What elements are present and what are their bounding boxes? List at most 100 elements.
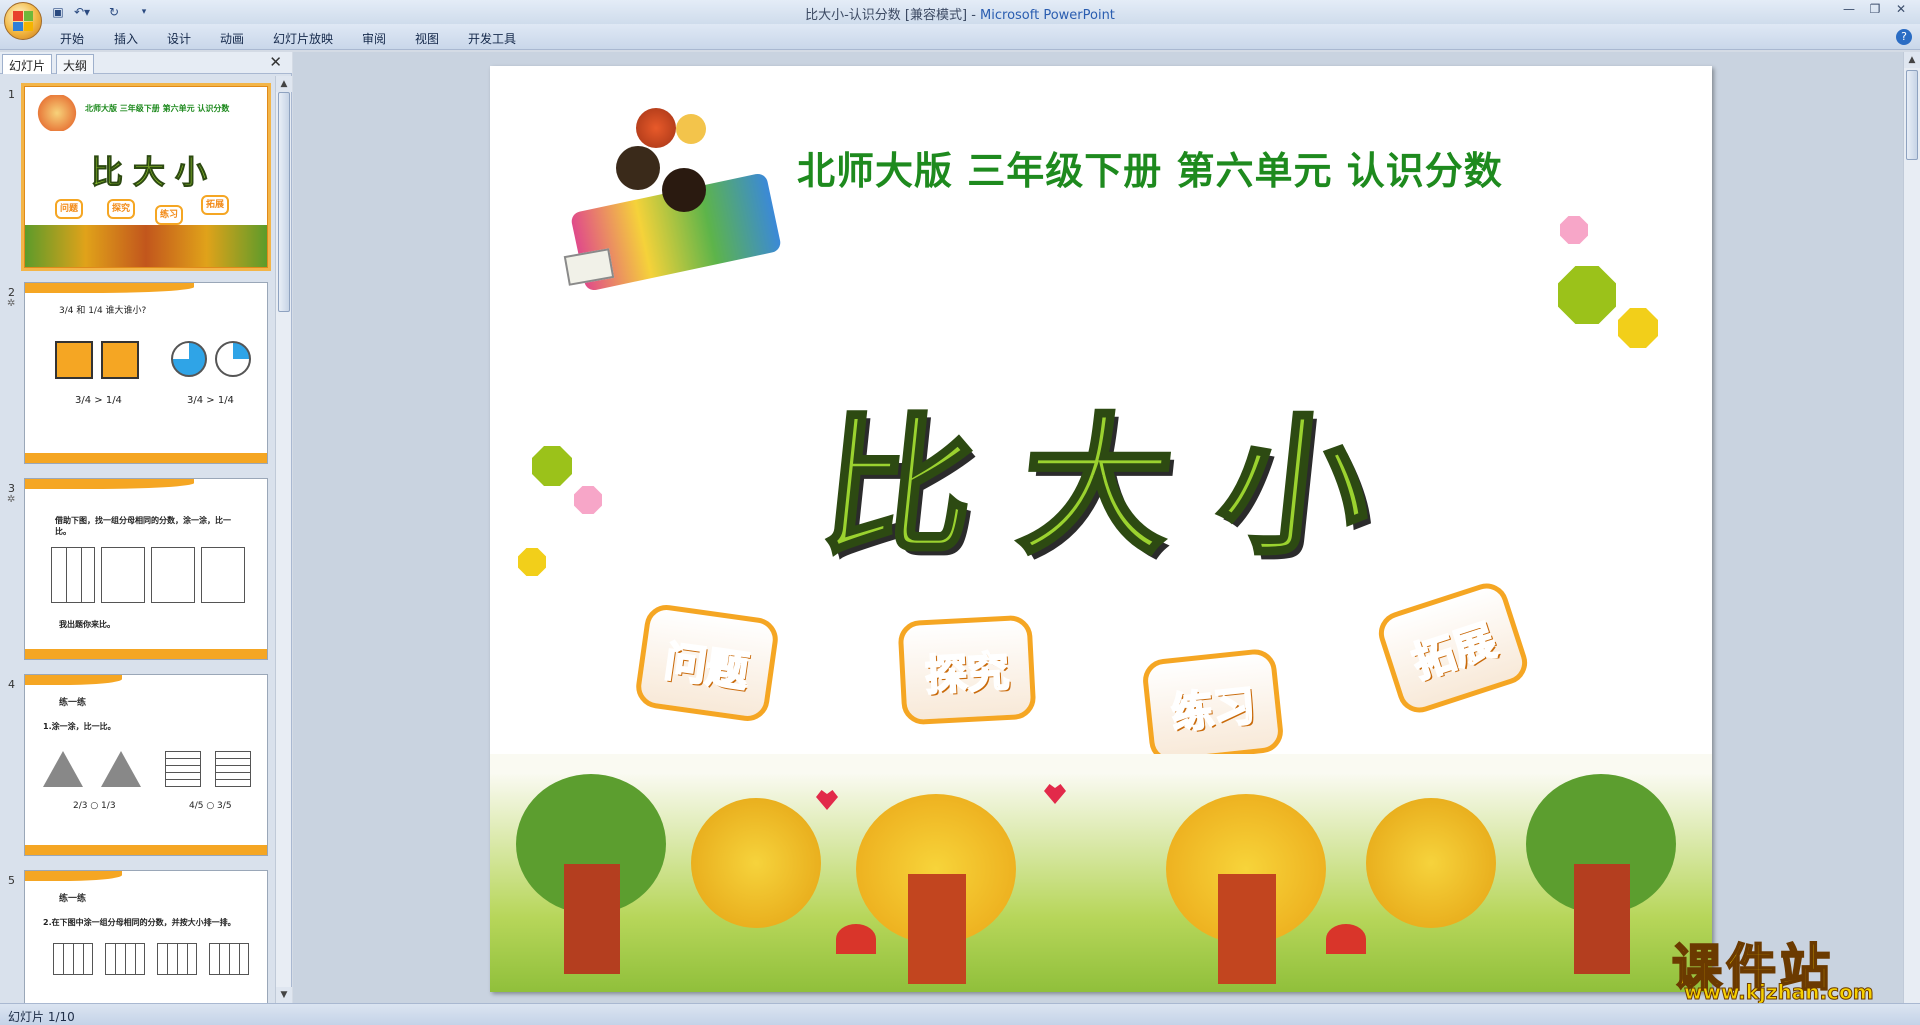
circle-fraction-icon [171, 341, 207, 377]
window-title: 比大小-认识分数 [兼容模式] - Microsoft PowerPoint [0, 4, 1920, 23]
transition-icon: ✲ [7, 298, 16, 309]
grid-figure [209, 943, 249, 975]
scroll-down-icon[interactable]: ▼ [276, 987, 292, 1003]
title-bar: ▣ ↶▾ ↻ ▾ 比大小-认识分数 [兼容模式] - Microsoft Pow… [0, 0, 1920, 24]
grid-figure [53, 943, 93, 975]
button-practice-label: 练习 [1168, 679, 1259, 739]
tab-animation[interactable]: 动画 [220, 30, 244, 47]
grid-figure [157, 943, 197, 975]
kids-illustration-icon [37, 95, 77, 131]
tab-insert[interactable]: 插入 [114, 30, 138, 47]
thumb-button: 问题 [55, 199, 83, 219]
thumb-prompt: 3/4 和 1/4 谁大谁小? [59, 306, 147, 316]
slide-number: 1 [8, 88, 15, 101]
thumb-button: 探究 [107, 199, 135, 219]
yellow-dot [1618, 308, 1658, 348]
tab-design[interactable]: 设计 [167, 30, 191, 47]
help-icon[interactable]: ? [1896, 29, 1912, 45]
thumbnail-list: 1 北师大版 三年级下册 第六单元 认识分数 比大小 问题 探究 练习 拓展 2… [0, 76, 276, 1003]
tab-developer[interactable]: 开发工具 [468, 30, 516, 47]
slide-counter: 幻灯片 1/10 [8, 1010, 75, 1024]
mushroom-icon [1326, 924, 1366, 954]
tree-icon [691, 798, 821, 928]
slide-scrollbar[interactable]: ▲ [1903, 52, 1920, 1003]
slide-thumbnail-2[interactable]: 3/4 和 1/4 谁大谁小? 3/4 > 1/4 3/4 > 1/4 [24, 282, 268, 464]
thumb-prompt: 借助下图，找一组分母相同的分数，涂一涂，比一比。 [55, 516, 231, 536]
tab-slideshow[interactable]: 幻灯片放映 [273, 30, 333, 47]
tab-slides[interactable]: 幻灯片 [2, 54, 53, 74]
compare-right: 3/4 > 1/4 [187, 395, 234, 406]
button-explore-label: 探究 [923, 645, 1011, 700]
thumb-prompt: 2.在下图中涂一组分母相同的分数，并按大小排一排。 [43, 918, 236, 927]
button-practice[interactable]: 练习 [1140, 647, 1286, 765]
tab-review[interactable]: 审阅 [362, 30, 386, 47]
thumb-footer: 我出题你来比。 [59, 620, 115, 629]
slide-number: 5 [8, 874, 15, 887]
giraffe-icon [676, 114, 706, 144]
square-fraction-icon [101, 341, 139, 379]
lime-dot [532, 446, 572, 486]
yellow-dot [518, 548, 546, 576]
top-band [25, 871, 122, 881]
tab-outline[interactable]: 大纲 [56, 54, 95, 74]
grid-figure [51, 547, 95, 603]
tab-home[interactable]: 开始 [60, 30, 84, 47]
scroll-up-icon[interactable]: ▲ [1904, 52, 1920, 68]
maximize-icon[interactable]: ❐ [1864, 2, 1886, 20]
thumb-tag: 练一练 [59, 698, 87, 708]
compare-left: 3/4 > 1/4 [75, 395, 122, 406]
scroll-thumb[interactable] [1906, 70, 1918, 160]
top-band [25, 283, 195, 293]
scroll-up-icon[interactable]: ▲ [276, 76, 292, 92]
triangle-figure [43, 751, 83, 787]
grid-figure [201, 547, 245, 603]
stripe-figure [165, 751, 201, 787]
pink-dot [574, 486, 602, 514]
circle-fraction-icon [215, 341, 251, 377]
thumb-button: 练习 [155, 205, 183, 225]
slide-thumbnail-3[interactable]: 借助下图，找一组分母相同的分数，涂一涂，比一比。 我出题你来比。 [24, 478, 268, 660]
bottom-band [25, 649, 267, 659]
trunk [564, 864, 620, 974]
scroll-thumb[interactable] [278, 92, 290, 312]
square-fraction-icon [55, 341, 93, 379]
slide-thumbnail-5[interactable]: 练一练 2.在下图中涂一组分母相同的分数，并按大小排一排。 [24, 870, 268, 1003]
transition-icon: ✲ [7, 494, 16, 505]
document-title: 比大小-认识分数 [兼容模式] - [805, 8, 981, 23]
pane-close-icon[interactable]: ✕ [269, 53, 282, 71]
stripe-figure [215, 751, 251, 787]
heart-icon [1044, 784, 1066, 804]
button-extend[interactable]: 拓展 [1373, 577, 1533, 719]
top-band [25, 675, 122, 685]
triangle-figure [101, 751, 141, 787]
pane-tabs: 幻灯片 大纲 ✕ [0, 52, 292, 74]
forest-decoration [490, 754, 1712, 992]
grid-figure [151, 547, 195, 603]
ribbon-tabs: 开始 插入 设计 动画 幻灯片放映 审阅 视图 开发工具 ? [0, 24, 1920, 50]
thumb-compare: 4/5 ○ 3/5 [189, 801, 232, 811]
trunk [1574, 864, 1630, 974]
thumbnail-scrollbar[interactable]: ▲ ▼ [275, 76, 292, 1003]
office-logo-icon [13, 11, 33, 31]
minimize-icon[interactable]: — [1838, 2, 1860, 20]
grid-figure [101, 547, 145, 603]
close-icon[interactable]: ✕ [1890, 2, 1912, 20]
thumb-title: 比大小 [90, 153, 218, 192]
status-bar: 幻灯片 1/10 [0, 1003, 1920, 1025]
app-title: Microsoft PowerPoint [980, 8, 1115, 23]
slide-thumbnail-4[interactable]: 练一练 1.涂一涂，比一比。 2/3 ○ 1/3 4/5 ○ 3/5 [24, 674, 268, 856]
button-explore[interactable]: 探究 [897, 614, 1037, 726]
slide-header: 北师大版 三年级下册 第六单元 认识分数 [797, 149, 1503, 193]
lime-dot [1558, 266, 1616, 324]
heart-icon [816, 790, 838, 810]
office-button[interactable] [4, 2, 42, 40]
boy-icon [616, 146, 660, 190]
tab-view[interactable]: 视图 [415, 30, 439, 47]
button-problem[interactable]: 问题 [633, 602, 781, 724]
thumb-compare: 2/3 ○ 1/3 [73, 801, 116, 811]
slide-thumbnail-1[interactable]: 北师大版 三年级下册 第六单元 认识分数 比大小 问题 探究 练习 拓展 [21, 83, 271, 271]
trunk [908, 874, 966, 984]
bottom-band [25, 453, 267, 463]
mushroom-icon [836, 924, 876, 954]
current-slide[interactable]: 北师大版 三年级下册 第六单元 认识分数 比大小 问题 探究 练习 拓展 [490, 66, 1712, 992]
